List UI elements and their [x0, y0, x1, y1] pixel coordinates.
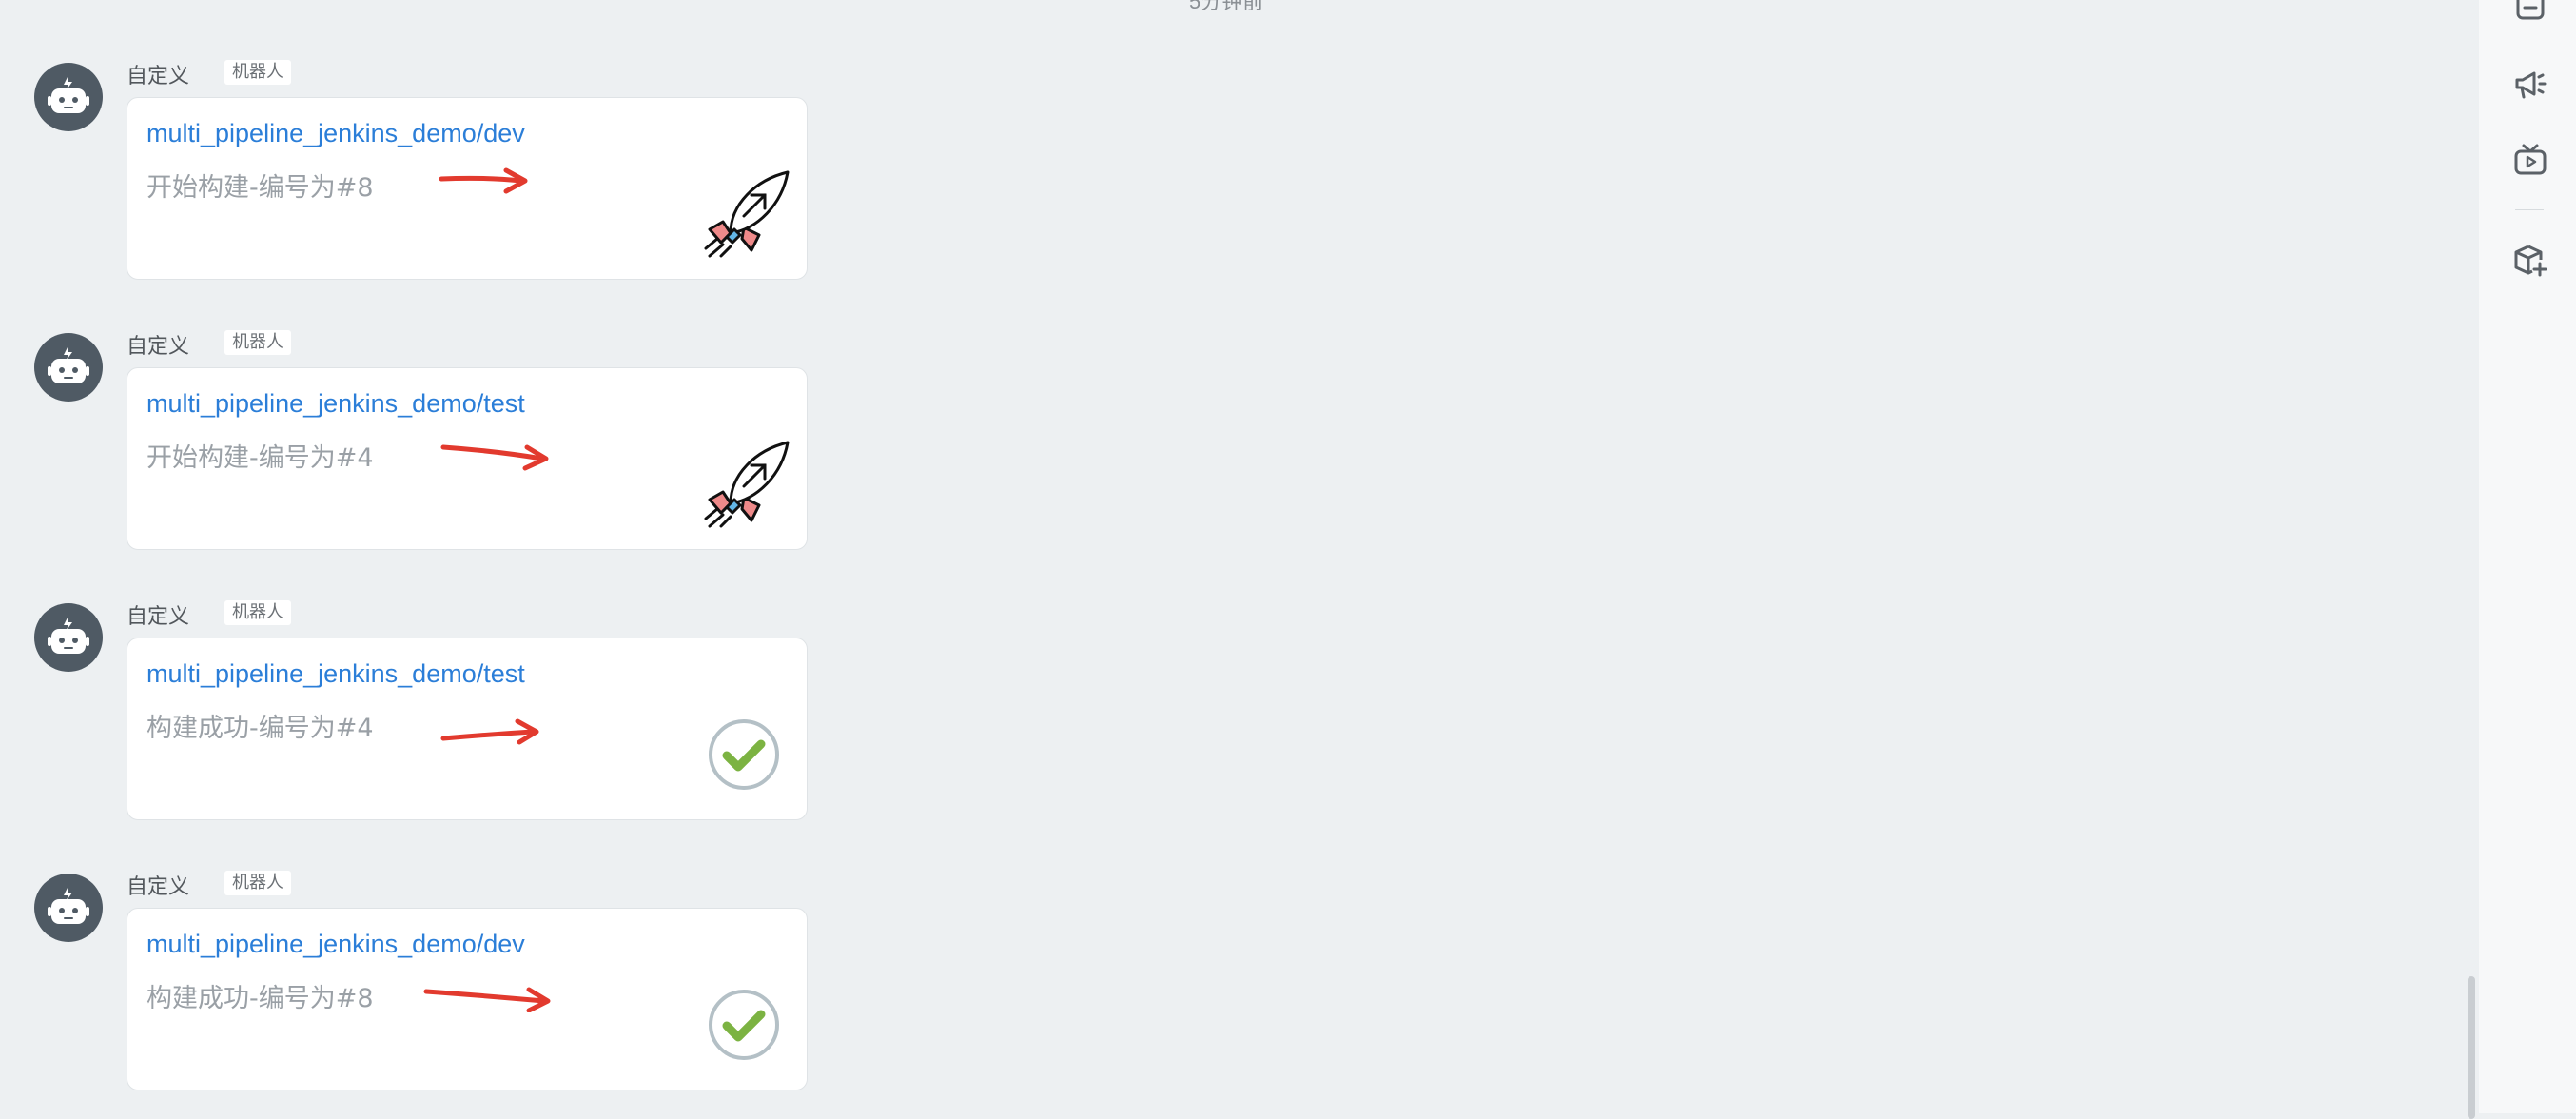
pipeline-link[interactable]: multi_pipeline_jenkins_demo/test [146, 389, 525, 419]
chat-message: 自定义 机器人 multi_pipeline_jenkins_demo/test… [0, 600, 951, 832]
annotation-arrow [439, 167, 528, 194]
robot-avatar[interactable] [34, 63, 103, 131]
bot-badge: 机器人 [224, 871, 291, 895]
annotation-arrow [423, 987, 551, 1012]
rocket-icon [704, 170, 790, 258]
build-status-text: 开始构建-编号为#8 [146, 173, 374, 203]
robot-icon [48, 616, 89, 654]
bot-badge: 机器人 [224, 330, 291, 355]
add-package-icon[interactable] [2513, 244, 2547, 278]
video-icon[interactable] [2513, 143, 2547, 177]
right-sidebar [2479, 0, 2576, 1113]
annotation-arrow [440, 444, 549, 471]
robot-icon [48, 886, 89, 924]
robot-icon [48, 75, 89, 113]
success-check-icon [709, 719, 779, 790]
build-status-text: 构建成功-编号为#8 [146, 984, 374, 1013]
robot-avatar[interactable] [34, 603, 103, 672]
scrollbar-thumb[interactable] [2468, 976, 2475, 1119]
pipeline-link[interactable]: multi_pipeline_jenkins_demo/dev [146, 930, 525, 959]
pipeline-link[interactable]: multi_pipeline_jenkins_demo/test [146, 659, 525, 689]
megaphone-icon[interactable] [2513, 67, 2547, 101]
chat-message: 自定义 机器人 multi_pipeline_jenkins_demo/dev … [0, 60, 951, 291]
sender-name: 自定义 [127, 605, 190, 629]
rocket-icon [704, 441, 790, 528]
robot-icon [48, 345, 89, 383]
chat-message: 自定义 机器人 multi_pipeline_jenkins_demo/dev … [0, 871, 951, 1102]
bot-badge: 机器人 [224, 600, 291, 625]
build-status-text: 构建成功-编号为#4 [146, 714, 374, 743]
pipeline-link[interactable]: multi_pipeline_jenkins_demo/dev [146, 119, 525, 148]
annotation-arrow [440, 718, 539, 745]
build-status-text: 开始构建-编号为#4 [146, 443, 374, 473]
sender-name: 自定义 [127, 335, 190, 359]
chat-message: 自定义 机器人 multi_pipeline_jenkins_demo/test… [0, 330, 951, 561]
note-icon[interactable] [2513, 0, 2547, 23]
sidebar-divider [2515, 209, 2544, 210]
robot-avatar[interactable] [34, 333, 103, 402]
sender-name: 自定义 [127, 65, 190, 88]
success-check-icon [709, 990, 779, 1060]
sender-name: 自定义 [127, 875, 190, 899]
robot-avatar[interactable] [34, 874, 103, 942]
message-timestamp: 5分钟前 [1189, 0, 1264, 13]
bot-badge: 机器人 [224, 60, 291, 85]
